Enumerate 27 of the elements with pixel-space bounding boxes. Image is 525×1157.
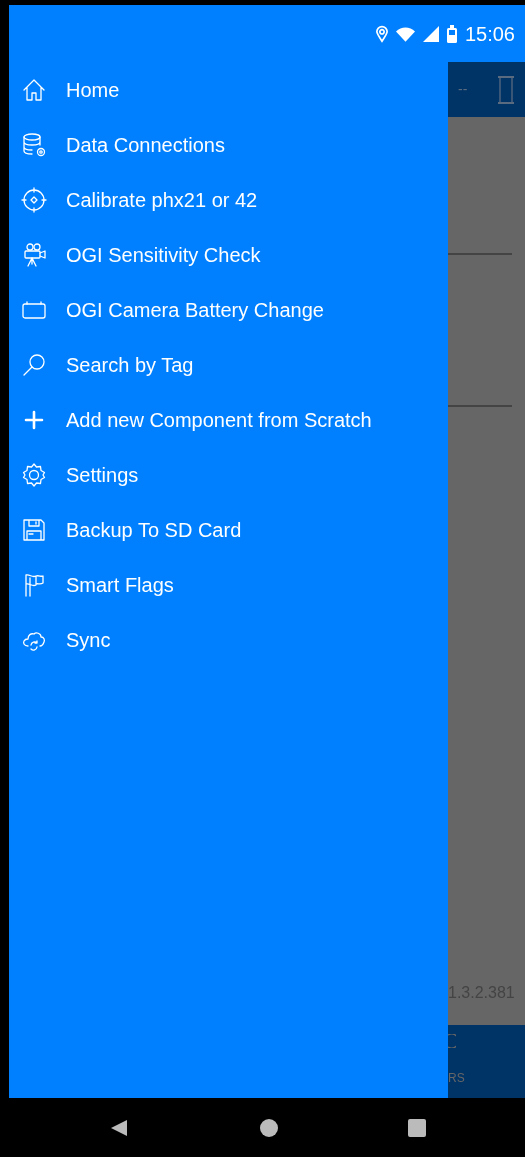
menu-item[interactable]: OGI Sensitivity Check	[9, 227, 448, 282]
menu-item[interactable]: Backup To SD Card	[9, 502, 448, 557]
signal-icon	[422, 25, 439, 42]
location-icon	[375, 24, 388, 43]
menu-item[interactable]: Smart Flags	[9, 557, 448, 612]
database-icon	[21, 131, 47, 158]
scroll-icon	[497, 75, 515, 104]
menu-item[interactable]: Search by Tag	[9, 337, 448, 392]
target-icon	[21, 186, 47, 213]
clock-time: 15:06	[464, 21, 515, 47]
recents-icon[interactable]	[408, 1118, 426, 1137]
menu-item[interactable]: Calibrate phx21 or 42	[9, 172, 448, 227]
settings-icon	[21, 461, 47, 488]
menu-item[interactable]: Settings	[9, 447, 448, 502]
menu-item[interactable]: Data Connections	[9, 117, 448, 172]
back-icon[interactable]	[110, 1118, 128, 1137]
menu-item[interactable]: Add new Component from Scratch	[9, 392, 448, 447]
home-button-icon[interactable]	[260, 1118, 278, 1137]
menu-item[interactable]: Sync	[9, 612, 448, 667]
battery-icon	[446, 24, 457, 43]
tab-label: RS	[448, 1070, 466, 1087]
menu-item[interactable]: Home	[9, 62, 448, 117]
header-text: --	[458, 80, 468, 99]
video-camera-icon	[21, 241, 47, 268]
search-icon	[21, 351, 47, 378]
wifi-icon	[395, 25, 415, 42]
menu-item[interactable]: OGI Camera Battery Change	[9, 282, 448, 337]
